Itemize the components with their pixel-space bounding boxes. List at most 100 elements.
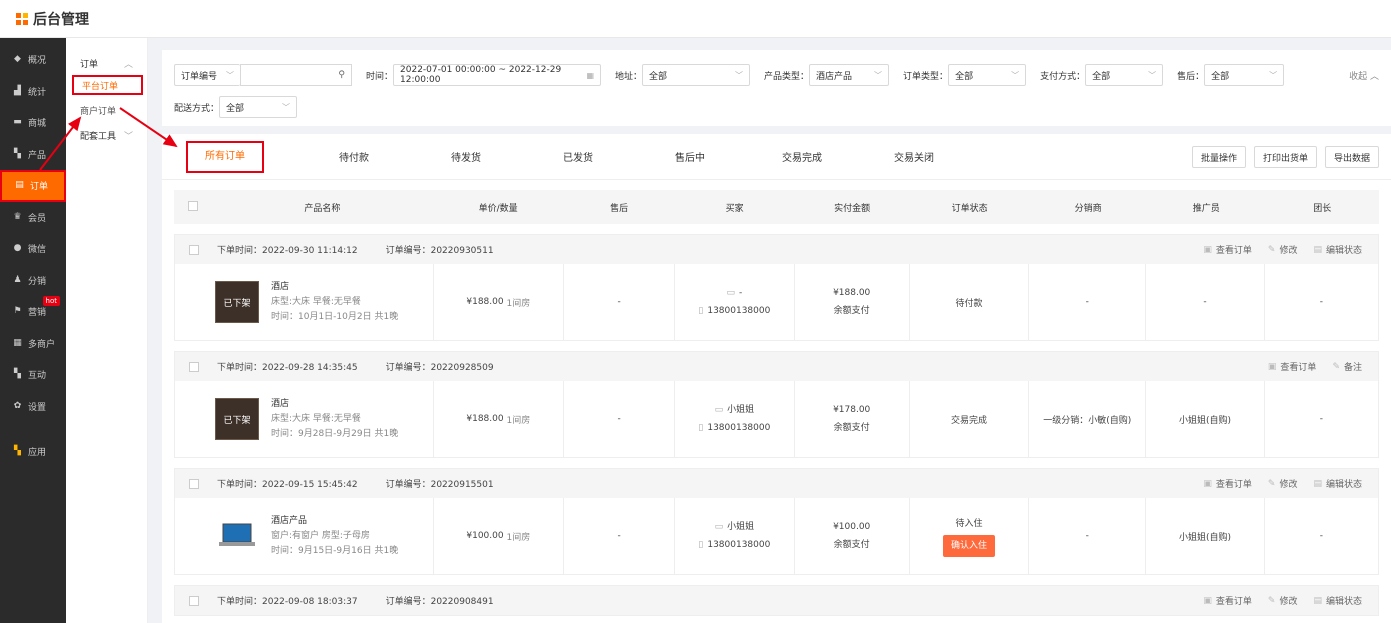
order-action-link[interactable]: ▤ 编辑状态 <box>1313 594 1362 608</box>
sidebar-item-0[interactable]: ◆ 概况 <box>0 44 66 76</box>
sidebar-item-2[interactable]: ▬ 商城 <box>0 107 66 139</box>
tab-closed[interactable]: 交易关闭 <box>858 149 970 164</box>
order-action-link[interactable]: ✎ 修改 <box>1268 594 1298 608</box>
buyer-name: 小姐姐 <box>727 522 755 532</box>
order-checkbox[interactable] <box>189 361 199 372</box>
sidebar-item-1[interactable]: ▟ 统计 <box>0 76 66 108</box>
chevron-down-icon: ﹀ <box>735 70 744 80</box>
product-thumbnail[interactable]: 已下架 <box>215 281 259 323</box>
status-cell: 交易完成 <box>910 381 1030 457</box>
product-thumbnail[interactable]: 已下架 <box>215 398 259 440</box>
tab-pending-shipment[interactable]: 待发货 <box>410 149 522 164</box>
aftersale-value: - <box>617 297 621 307</box>
distributor: 一级分销：小敏(自购) <box>1043 415 1132 426</box>
sidebar-item-11[interactable]: ✿ 设置 <box>0 391 66 423</box>
order-no-select[interactable]: 订单编号 ﹀ <box>174 64 240 86</box>
sidebar-item-12[interactable]: ▚ 应用 <box>0 436 66 468</box>
order-action-label: 编辑状态 <box>1325 597 1362 607</box>
product-name: 酒店 <box>271 398 290 409</box>
main-content: 订单编号 ﹀ ⚲ 时间： 2022-07-01 00:00:00 ~ 2022-1… <box>162 50 1391 623</box>
distributor: - <box>1085 297 1089 307</box>
chevron-down-icon: ﹀ <box>874 70 883 80</box>
tab-shipped[interactable]: 已发货 <box>522 149 634 164</box>
delivery-label: 配送方式： <box>174 103 220 114</box>
sidebar-item-7[interactable]: ♟ 分销 <box>0 265 66 297</box>
delivery-select[interactable]: 全部 ﹀ <box>219 96 298 118</box>
order-number: 订单编号：20220930511 <box>385 246 494 256</box>
order-row: 酒店产品 窗户:有窗户 房型:子母房 时间：9月15日-9月16日 共1晚 ¥100… <box>175 498 1378 574</box>
sidebar-item-6[interactable]: ● 微信 <box>0 233 66 265</box>
promoter: 小姐姐(自购) <box>1179 532 1232 543</box>
buyer-name: - <box>739 288 743 298</box>
collapse-filters-button[interactable]: 收起 ︿ <box>1349 69 1379 82</box>
address-select[interactable]: 全部 ﹀ <box>642 64 751 86</box>
order-action-link[interactable]: ▣ 查看订单 <box>1203 243 1252 257</box>
pay-method: 余额支付 <box>833 306 870 316</box>
subnav-item-platform-orders[interactable]: 平台订单 <box>72 75 143 95</box>
tab-completed[interactable]: 交易完成 <box>746 149 858 164</box>
table-header: 产品名称 单价/数量 售后 买家 实付金额 订单状态 分销商 推广员 团长 <box>174 190 1379 224</box>
time-range-value: 2022-07-01 00:00:00 ~ 2022-12-29 12:00:0… <box>400 65 562 85</box>
tab-after-sale[interactable]: 售后中 <box>634 149 746 164</box>
tab-all-orders[interactable]: 所有订单 <box>186 140 264 173</box>
column-header: 单价/数量 <box>478 203 518 214</box>
export-data-button[interactable]: 导出数据 <box>1324 146 1379 168</box>
order-number: 订单编号：20220908491 <box>385 597 494 607</box>
order-action-label: 修改 <box>1279 597 1298 607</box>
checkbox[interactable] <box>187 200 198 211</box>
order-time: 下单时间：2022-09-30 11:14:12 <box>217 246 358 256</box>
time-range-picker[interactable]: 2022-07-01 00:00:00 ~ 2022-12-29 12:00:0… <box>393 64 602 86</box>
batch-operation-button[interactable]: 批量操作 <box>1191 146 1246 168</box>
off-shelf-label: 已下架 <box>223 298 251 309</box>
sidebar-item-8[interactable]: ⚑ 营销 hot <box>0 296 66 328</box>
action-icon: ▤ <box>1313 478 1322 489</box>
aftersale-cell: - <box>564 498 676 574</box>
order-action-link[interactable]: ✎ 修改 <box>1268 243 1298 257</box>
buyer-phone-row: ▯ 13800138000 <box>698 302 770 320</box>
chevron-down-icon: ﹀ <box>1148 70 1157 80</box>
order-action-link[interactable]: ▣ 查看订单 <box>1268 360 1317 374</box>
grid-icon: ▚ <box>14 369 21 380</box>
order-action-link[interactable]: ✎ 备注 <box>1332 360 1362 374</box>
order-action-link[interactable]: ▣ 查看订单 <box>1203 477 1252 491</box>
sidebar-item-3[interactable]: ▚ 产品 <box>0 139 66 171</box>
search-icon[interactable]: ⚲ <box>338 70 345 80</box>
order-action-label: 编辑状态 <box>1325 480 1362 490</box>
order-action-label: 备注 <box>1343 363 1362 373</box>
phone-icon: ▯ <box>698 540 704 550</box>
select-all-checkbox[interactable] <box>174 200 212 214</box>
shop-icon: ▬ <box>13 117 22 128</box>
tab-pending-payment[interactable]: 待付款 <box>298 149 410 164</box>
print-shipping-button[interactable]: 打印出货单 <box>1253 146 1317 168</box>
order-checkbox[interactable] <box>189 595 199 606</box>
pay-select[interactable]: 全部 ﹀ <box>1085 64 1164 86</box>
buyer-name-row: ▭ 小姐姐 <box>715 401 755 419</box>
order-actions: ▣ 查看订单 ✎ 备注 <box>1268 360 1378 374</box>
chevron-down-icon: ﹀ <box>282 102 291 112</box>
order-no-input[interactable]: ⚲ <box>240 64 352 86</box>
sidebar-item-5[interactable]: ♛ 会员 <box>0 202 66 234</box>
app-title: 后台管理 <box>33 11 89 28</box>
product-type-select[interactable]: 酒店产品 ﹀ <box>809 64 890 86</box>
delivery-filter: 配送方式： 全部 ﹀ <box>174 96 1365 118</box>
action-icon: ✎ <box>1267 478 1276 489</box>
aftersale-select[interactable]: 全部 ﹀ <box>1204 64 1285 86</box>
confirm-checkin-button[interactable]: 确认入住 <box>942 534 995 557</box>
order-action-link[interactable]: ✎ 修改 <box>1267 477 1298 491</box>
subnav-group-tools[interactable]: 配套工具 ﹀ <box>66 126 147 144</box>
sidebar-item-label: 会员 <box>28 213 47 224</box>
order-action-link[interactable]: ▤ 编辑状态 <box>1313 243 1362 257</box>
sidebar-item-4[interactable]: ▤ 订单 <box>0 170 66 202</box>
unit-price: ¥188.00 <box>466 414 504 424</box>
subnav-group-order[interactable]: 订单 ︿ <box>66 54 147 72</box>
order-action-link[interactable]: ▤ 编辑状态 <box>1313 477 1362 491</box>
column-header: 售后 <box>610 203 629 214</box>
order-checkbox[interactable] <box>189 478 199 489</box>
sidebar-item-10[interactable]: ▚ 互动 <box>0 359 66 391</box>
product-thumbnail[interactable] <box>215 515 259 557</box>
order-action-link[interactable]: ▣ 查看订单 <box>1203 594 1252 608</box>
sidebar-item-9[interactable]: ▦ 多商户 <box>0 328 66 360</box>
subnav-item-merchant-orders[interactable]: 商户订单 <box>66 98 147 122</box>
order-type-select[interactable]: 全部 ﹀ <box>948 64 1027 86</box>
order-checkbox[interactable] <box>189 244 199 255</box>
